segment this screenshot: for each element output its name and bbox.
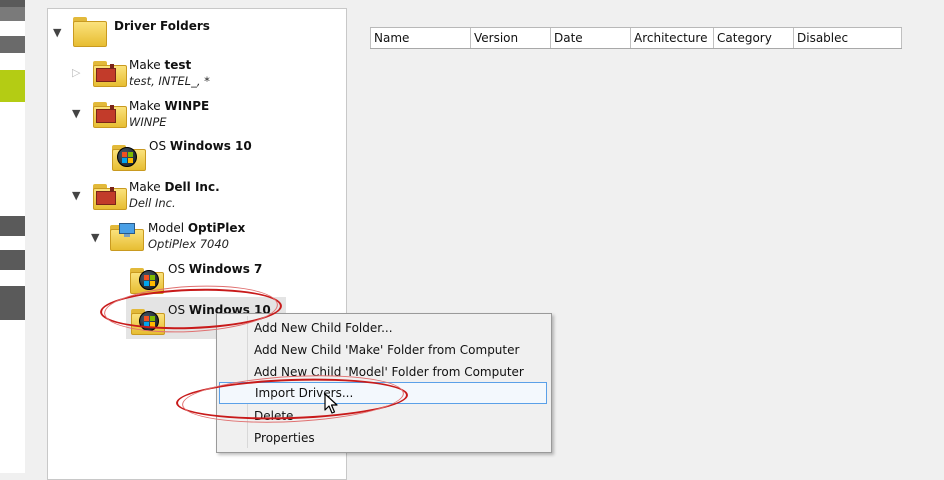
tree-node-subtitle: WINPE — [129, 115, 167, 129]
menu-item-add-child-folder[interactable]: Add New Child Folder... — [219, 317, 547, 339]
expand-arrow-icon[interactable]: ▼ — [72, 190, 80, 201]
tree-node-label: Make Dell Inc. — [129, 180, 220, 194]
tree-node-label: OS Windows 7 — [168, 262, 263, 276]
tree-root-node[interactable]: ▼ Driver Folders — [53, 13, 253, 53]
column-header-architecture[interactable]: Architecture — [631, 28, 714, 48]
tree-node-label: Make test — [129, 58, 192, 72]
windows-logo-icon — [117, 147, 137, 167]
tree-node-make-dell[interactable]: ▼ Make Dell Inc. Dell Inc. — [68, 178, 298, 218]
expand-arrow-icon[interactable]: ▼ — [53, 27, 61, 38]
folder-icon — [112, 143, 146, 171]
left-navigation-strip — [0, 0, 25, 473]
factory-icon — [96, 105, 116, 123]
tree-node-model-optiplex[interactable]: ▼ Model OptiPlex OptiPlex 7040 — [88, 219, 308, 259]
driver-list-header: Name Version Date Architecture Category … — [370, 27, 902, 49]
mouse-pointer-icon — [324, 393, 338, 414]
column-header-date[interactable]: Date — [551, 28, 631, 48]
windows-logo-icon — [139, 270, 159, 290]
collapse-arrow-icon[interactable]: ▷ — [72, 67, 80, 78]
tree-node-os-windows-10[interactable]: OS Windows 10 — [88, 137, 298, 177]
tree-node-subtitle: OptiPlex 7040 — [148, 237, 229, 251]
nav-strip-segment[interactable] — [0, 36, 25, 53]
column-header-disabled[interactable]: Disablec — [794, 28, 902, 48]
tree-node-label: OS Windows 10 — [149, 139, 252, 153]
computer-icon — [118, 223, 136, 239]
nav-strip-segment[interactable] — [0, 286, 25, 320]
tree-node-subtitle: test, INTEL_, * — [129, 74, 210, 88]
column-header-category[interactable]: Category — [714, 28, 794, 48]
tree-node-make-winpe[interactable]: ▼ Make WINPE WINPE — [68, 96, 298, 136]
folder-icon — [73, 15, 107, 47]
menu-item-add-make-folder[interactable]: Add New Child 'Make' Folder from Compute… — [219, 339, 547, 361]
nav-strip-segment[interactable] — [0, 216, 25, 236]
factory-icon — [96, 64, 116, 82]
menu-item-properties[interactable]: Properties — [219, 427, 547, 449]
folder-icon — [93, 100, 127, 128]
folder-icon — [110, 223, 144, 251]
tree-node-subtitle: Dell Inc. — [129, 196, 176, 210]
column-header-version[interactable]: Version — [471, 28, 551, 48]
expand-arrow-icon[interactable]: ▼ — [91, 232, 99, 243]
folder-icon — [93, 182, 127, 210]
nav-strip-segment[interactable] — [0, 0, 25, 7]
tree-node-label: Make WINPE — [129, 99, 210, 113]
column-header-name[interactable]: Name — [370, 28, 471, 48]
expand-arrow-icon[interactable]: ▼ — [72, 108, 80, 119]
tree-node-make-test[interactable]: ▷ Make test test, INTEL_, * — [68, 55, 298, 95]
nav-strip-segment[interactable] — [0, 7, 25, 21]
tree-node-label: Model OptiPlex — [148, 221, 246, 235]
tree-root-label: Driver Folders — [114, 19, 210, 33]
nav-strip-segment[interactable] — [0, 250, 25, 270]
folder-icon — [93, 59, 127, 87]
nav-strip-active-segment[interactable] — [0, 70, 25, 102]
factory-icon — [96, 187, 116, 205]
